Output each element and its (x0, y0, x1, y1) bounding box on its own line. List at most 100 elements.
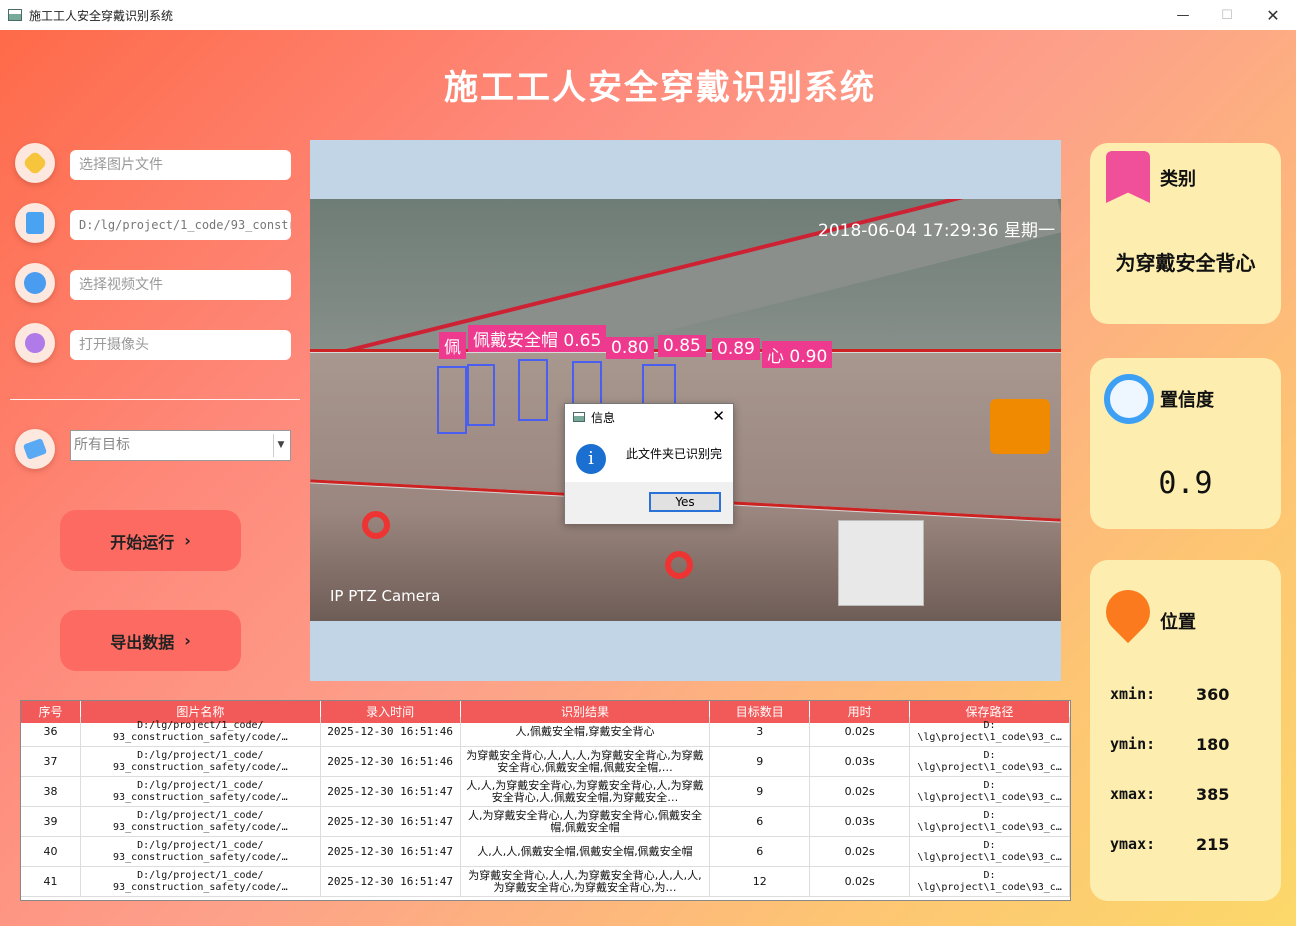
table-cell: 41 (21, 867, 81, 896)
table-cell: 2025-12-30 16:51:46 (321, 747, 461, 776)
video-file-input[interactable]: 选择视频文件 (70, 270, 291, 300)
xmin-row: xmin: 360 (1110, 685, 1229, 704)
camera-input[interactable]: 打开摄像头 (70, 330, 291, 360)
category-value: 为穿戴安全背心 (1115, 251, 1256, 275)
export-button-label: 导出数据 (110, 632, 175, 652)
confidence-value: 0.9 (1158, 466, 1213, 501)
image-file-icon[interactable] (15, 143, 55, 183)
table-row[interactable]: 39 D:/lg/project/1_code/ 93_construction_… (21, 807, 1070, 837)
table-cell: 12 (710, 867, 811, 896)
ymin-value: 180 (1196, 735, 1230, 754)
xmin-value: 360 (1196, 685, 1230, 704)
video-timestamp: 2018-06-04 17:29:36 星期一 (818, 221, 1055, 241)
window-titlebar: 施工工人安全穿戴识别系统 — ☐ ✕ (0, 0, 1296, 30)
xmax-label: xmax: (1110, 785, 1156, 803)
xmin-label: xmin: (1110, 685, 1156, 703)
table-cell: D:/lg/project/1_code/ 93_construction_sa… (81, 807, 321, 836)
chevron-right-icon: › (184, 631, 191, 650)
table-cell: 2025-12-30 16:51:47 (321, 777, 461, 806)
table-cell: 3 (710, 717, 811, 746)
camera-label: IP PTZ Camera (330, 587, 441, 605)
video-file-icon[interactable] (15, 263, 55, 303)
target-select[interactable]: 所有目标 ▼ (70, 430, 291, 461)
table-cell: 9 (710, 777, 811, 806)
table-cell: 2025-12-30 16:51:47 (321, 837, 461, 866)
ymin-label: ymin: (1110, 735, 1156, 753)
image-file-input[interactable]: 选择图片文件 (70, 150, 291, 180)
dialog-app-icon (573, 412, 585, 422)
category-card: 类别 为穿戴安全背心 (1090, 143, 1281, 324)
table-cell: D: \lg\project\1_code\93_c… (910, 717, 1070, 746)
app-icon (8, 9, 22, 21)
table-cell: 人,佩戴安全帽,穿戴安全背心 (461, 717, 711, 746)
table-cell: D:/lg/project/1_code/ 93_construction_sa… (81, 747, 321, 776)
minimize-button[interactable]: — (1160, 0, 1206, 30)
table-cell: D:/lg/project/1_code/ 93_construction_sa… (81, 867, 321, 896)
ymin-row: ymin: 180 (1110, 735, 1229, 754)
results-table[interactable]: 序号 图片名称 录入时间 识别结果 目标数目 用时 保存路径 36 D:/lg/p… (20, 700, 1071, 901)
table-row[interactable]: 41 D:/lg/project/1_code/ 93_construction_… (21, 867, 1070, 897)
start-button[interactable]: 开始运行 › (60, 510, 241, 571)
star-ribbon-icon (1106, 151, 1150, 203)
category-title: 类别 (1160, 169, 1196, 190)
position-title: 位置 (1160, 612, 1196, 633)
target-select-value: 所有目标 (74, 437, 130, 453)
yes-button[interactable]: Yes (649, 492, 721, 512)
ring-icon (1104, 374, 1154, 424)
detection-label: 0.85 (658, 335, 706, 357)
table-cell: 37 (21, 747, 81, 776)
table-cell: 38 (21, 777, 81, 806)
table-cell: 36 (21, 717, 81, 746)
table-row[interactable]: 37 D:/lg/project/1_code/ 93_construction_… (21, 747, 1070, 777)
xmax-value: 385 (1196, 785, 1230, 804)
camera-icon[interactable] (15, 323, 55, 363)
table-cell: 6 (710, 807, 811, 836)
xmax-row: xmax: 385 (1110, 785, 1229, 804)
table-cell: 为穿戴安全背心,人,人,为穿戴安全背心,人,人,人,为穿戴安全背心,为穿戴安全背… (461, 867, 711, 896)
table-body: 36 D:/lg/project/1_code/ 93_construction_… (21, 717, 1070, 897)
detection-label: 心 0.90 (762, 341, 833, 368)
table-cell: 2025-12-30 16:51:46 (321, 717, 461, 746)
detection-box (467, 364, 495, 426)
info-dialog: 信息 ✕ i 此文件夹已识别完 Yes (564, 403, 734, 524)
close-icon[interactable]: ✕ (712, 407, 725, 425)
confidence-card: 置信度 0.9 (1090, 358, 1281, 529)
info-icon: i (576, 444, 606, 474)
table-row[interactable]: 36 D:/lg/project/1_code/ 93_construction_… (21, 717, 1070, 747)
detection-label: 0.89 (712, 338, 760, 360)
table-cell: D:/lg/project/1_code/ 93_construction_sa… (81, 837, 321, 866)
folder-path-input[interactable]: D:/lg/project/1_code/93_construction_saf… (70, 210, 291, 240)
table-cell: 0.03s (810, 747, 911, 776)
ymax-label: ymax: (1110, 835, 1156, 853)
close-window-button[interactable]: ✕ (1250, 0, 1296, 30)
table-row[interactable]: 40 D:/lg/project/1_code/ 93_construction_… (21, 837, 1070, 867)
position-card: 位置 xmin: 360 ymin: 180 xmax: 385 ymax: 2… (1090, 560, 1281, 901)
confidence-title: 置信度 (1160, 390, 1214, 411)
target-tag-icon (15, 429, 55, 469)
export-button[interactable]: 导出数据 › (60, 610, 241, 671)
table-cell: D: \lg\project\1_code\93_c… (910, 777, 1070, 806)
detection-label: 0.80 (606, 337, 654, 359)
table-cell: D: \lg\project\1_code\93_c… (910, 807, 1070, 836)
start-button-label: 开始运行 (110, 532, 175, 552)
table-row[interactable]: 38 D:/lg/project/1_code/ 93_construction_… (21, 777, 1070, 807)
ymax-row: ymax: 215 (1110, 835, 1229, 854)
dropdown-arrow-icon[interactable]: ▼ (273, 434, 288, 457)
table-cell: 2025-12-30 16:51:47 (321, 867, 461, 896)
chevron-right-icon: › (184, 531, 191, 550)
window-title: 施工工人安全穿戴识别系统 (29, 8, 174, 23)
detection-box (518, 359, 548, 421)
ymax-value: 215 (1196, 835, 1230, 854)
table-cell: D: \lg\project\1_code\93_c… (910, 867, 1070, 896)
folder-icon[interactable] (15, 203, 55, 243)
table-cell: 6 (710, 837, 811, 866)
detection-box (437, 366, 467, 434)
table-cell: 9 (710, 747, 811, 776)
main-panel: 施工工人安全穿戴识别系统 选择图片文件 D:/lg/project/1_code… (0, 30, 1296, 926)
table-cell: 人,人,为穿戴安全背心,为穿戴安全背心,人,为穿戴安全背心,人,佩戴安全帽,为穿… (461, 777, 711, 806)
dialog-title: 信息 (591, 410, 616, 425)
app-title: 施工工人安全穿戴识别系统 (444, 68, 876, 108)
table-cell: 0.03s (810, 807, 911, 836)
table-cell: D:/lg/project/1_code/ 93_construction_sa… (81, 777, 321, 806)
maximize-button[interactable]: ☐ (1204, 0, 1250, 30)
